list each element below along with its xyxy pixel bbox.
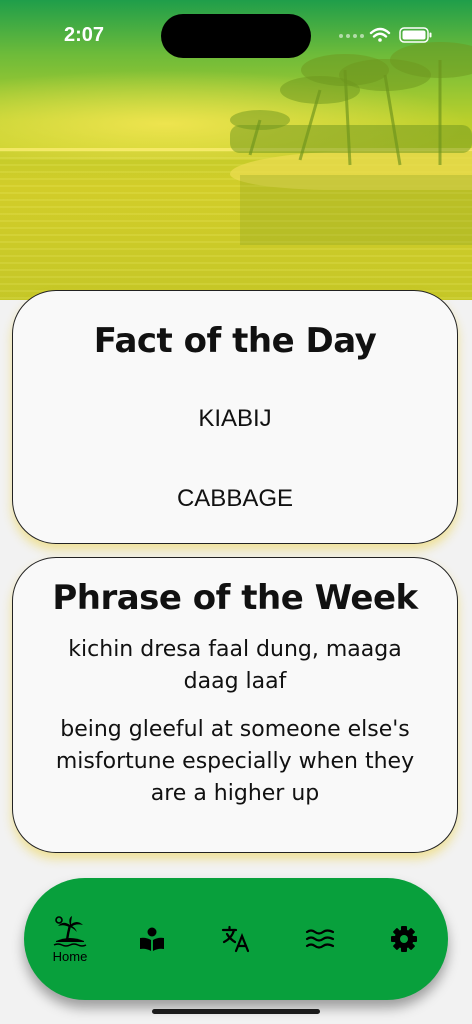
fact-local-word: KIABIJ — [198, 405, 272, 432]
tab-translate[interactable] — [194, 878, 278, 1000]
phrase-local-text: kichin dresa faal dung, maaga daag laaf — [68, 637, 402, 694]
phrase-meaning-text: being gleeful at someone else's misfortu… — [55, 717, 415, 806]
status-time: 2:07 — [64, 24, 105, 46]
cellular-signal-icon — [339, 34, 364, 38]
wifi-icon — [369, 27, 391, 42]
fact-card-title: Fact of the Day — [93, 321, 377, 361]
tab-bar: Home — [24, 878, 448, 1000]
phrase-of-the-week-card: Phrase of the Week kichin dresa faal dun… — [12, 557, 458, 853]
palm-island-icon — [53, 915, 87, 947]
fact-english-word: CABBAGE — [176, 485, 294, 512]
dynamic-island — [161, 14, 311, 58]
book-reader-icon — [140, 927, 164, 951]
battery-icon — [399, 27, 432, 43]
gear-icon — [391, 926, 417, 952]
tab-settings[interactable] — [362, 878, 446, 1000]
waves-icon — [305, 929, 335, 949]
fact-of-the-day-card: Fact of the Day KIABIJ CABBAGE — [12, 290, 458, 544]
tab-learn[interactable] — [110, 878, 194, 1000]
home-indicator[interactable] — [152, 1009, 320, 1014]
tab-home[interactable]: Home — [28, 878, 112, 1000]
tab-home-label: Home — [52, 948, 88, 964]
tab-waves[interactable] — [278, 878, 362, 1000]
status-icons — [339, 27, 432, 43]
phrase-card-title: Phrase of the Week — [52, 578, 418, 618]
status-bar: 2:07 — [0, 0, 472, 60]
translate-icon — [221, 925, 250, 953]
